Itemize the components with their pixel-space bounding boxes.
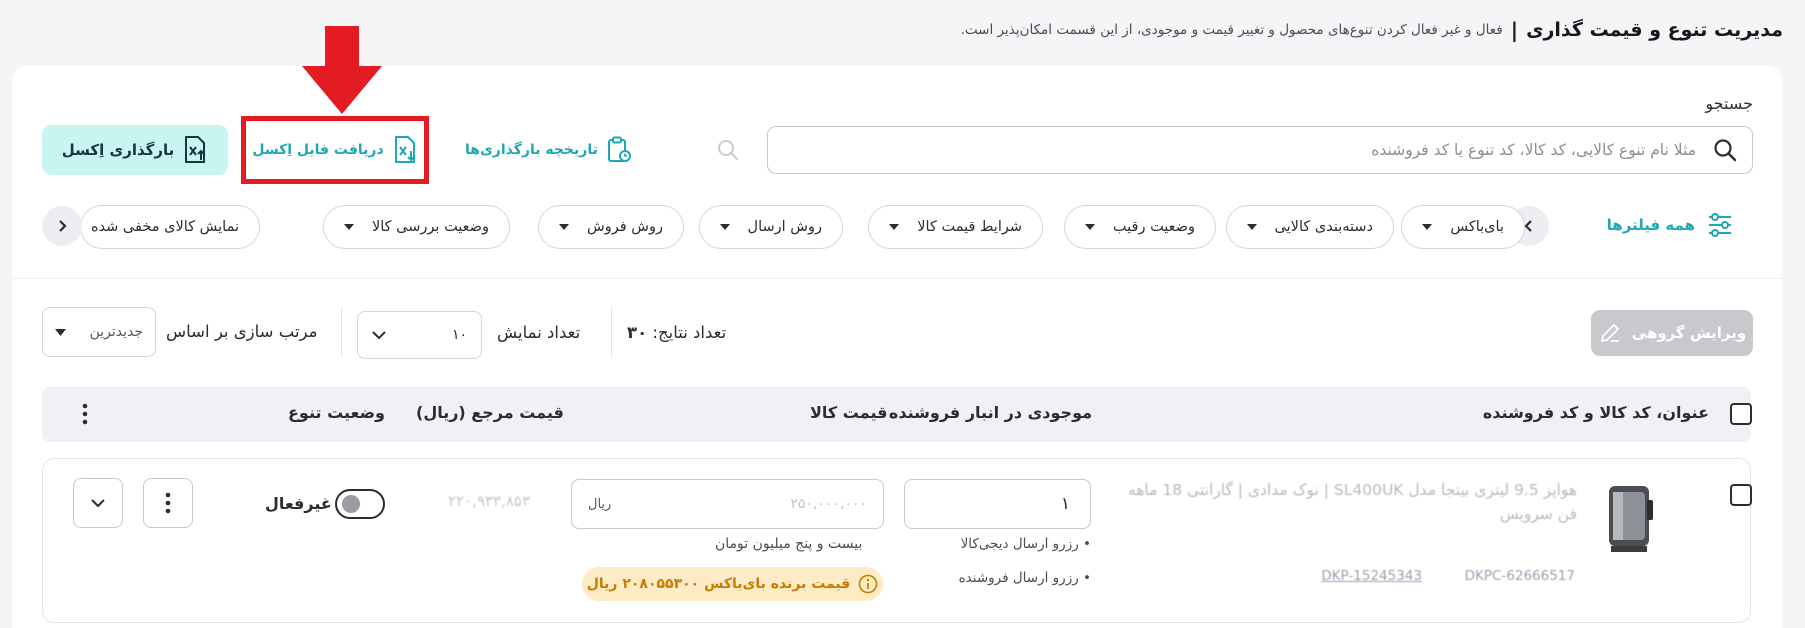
filter-chip-review-status[interactable]: وضعیت بررسی کالا — [322, 205, 510, 249]
stock-value: ۱ — [1060, 494, 1070, 514]
filter-chip-label: وضعیت رقیب — [1112, 219, 1195, 235]
caret-down-icon — [55, 328, 66, 336]
filters-divider — [12, 278, 1782, 279]
filter-chip-label: نمایش کالای مخفی شده — [90, 219, 239, 235]
search-icon — [1712, 137, 1738, 163]
caret-down-icon — [719, 224, 730, 230]
results-count: تعداد نتایج: ۳۰ — [627, 323, 726, 342]
upload-history-button[interactable]: تاریخچه بارگذاری‌ها — [465, 136, 632, 164]
bulk-edit-button[interactable]: ویرایش گروهی — [1591, 310, 1753, 356]
price-unit: ریال — [588, 496, 612, 512]
excel-upload-icon — [182, 135, 208, 165]
reference-price: ۲۲۰,۹۳۳,۸۵۳ — [448, 492, 531, 510]
filter-chip-hidden-products[interactable]: نمایش کالای مخفی شده — [80, 205, 260, 249]
sort-select[interactable]: جدیدترین — [42, 307, 156, 357]
page-description: فعال و غیر فعال کردن تنوع‌های محصول و تغ… — [960, 22, 1503, 38]
more-vertical-icon — [165, 492, 171, 514]
buybox-winner-text: قیمت برنده بای‌باکس ۲۰۸۰۵۵۳۰۰ ریال — [586, 576, 851, 592]
results-label: تعداد نتایج: — [652, 323, 727, 342]
reserve-digikala: • رزرو ارسال دیجی‌کالا — [960, 536, 1091, 552]
filter-chip-shipping[interactable]: روش ارسال — [698, 205, 843, 249]
reserve-seller: • رزرو ارسال فروشنده — [958, 570, 1091, 586]
show-count-value: ۱۰ — [451, 327, 467, 343]
filter-chip-label: دسته‌بندی کالایی — [1274, 219, 1373, 235]
caret-down-icon — [1246, 224, 1257, 230]
product-image[interactable] — [1603, 478, 1657, 584]
price-value: ۲۵۰,۰۰۰,۰۰۰ — [790, 496, 867, 512]
filter-chip-label: بای‌باکس — [1450, 219, 1504, 235]
price-in-words: بیست و پنج میلیون تومان — [715, 536, 863, 552]
filter-chip-buybox[interactable]: بای‌باکس — [1401, 205, 1525, 249]
upload-history-label: تاریخچه بارگذاری‌ها — [465, 142, 598, 158]
filter-chip-label: روش فروش — [587, 219, 663, 235]
price-input[interactable]: ۲۵۰,۰۰۰,۰۰۰ ریال — [571, 479, 884, 529]
row-expand-button[interactable] — [73, 478, 123, 528]
column-header-stock: موجودی در انبار فروشنده — [888, 403, 1092, 422]
chevron-down-icon — [91, 498, 105, 508]
filter-sliders-icon — [1707, 212, 1733, 238]
filter-chip-label: روش ارسال — [747, 219, 822, 235]
filter-chip-competitor[interactable]: وضعیت رقیب — [1063, 205, 1216, 249]
search-box[interactable] — [767, 126, 1753, 174]
download-excel-label: دریافت فایل اِکسل — [252, 142, 384, 158]
bulk-edit-label: ویرایش گروهی — [1631, 324, 1747, 342]
show-count-label: تعداد نمایش — [497, 323, 581, 342]
caret-down-icon — [1084, 224, 1095, 230]
toolbar-separator — [341, 307, 342, 357]
show-count-select[interactable]: ۱۰ — [357, 311, 482, 359]
caret-down-icon — [343, 224, 354, 230]
search-submit-icon[interactable] — [716, 138, 740, 162]
filters-scroll-left-button[interactable] — [42, 206, 82, 246]
filter-chip-label: شرایط قیمت کالا — [917, 219, 1022, 235]
status-label: غیرفعال — [265, 494, 332, 513]
caret-down-icon — [889, 224, 900, 230]
filter-chip-price-conditions[interactable]: شرایط قیمت کالا — [868, 205, 1043, 249]
search-label: جستجو — [1705, 94, 1753, 113]
filter-chip-label: وضعیت بررسی کالا — [371, 219, 489, 235]
row-more-button[interactable] — [143, 478, 193, 528]
sort-label: مرتب سازی بر اساس — [166, 322, 318, 341]
clipboard-clock-icon — [606, 136, 632, 164]
caret-down-icon — [1422, 224, 1433, 230]
page-title: مدیریت تنوع و قیمت گذاری — [1526, 19, 1783, 41]
excel-download-icon — [392, 135, 418, 165]
buybox-winner-badge: قیمت برنده بای‌باکس ۲۰۸۰۵۵۳۰۰ ریال — [582, 567, 883, 601]
filter-chip-category[interactable]: دسته‌بندی کالایی — [1225, 205, 1394, 249]
product-title[interactable]: هواپز 9.5 لیتری بیتجا مدل SL400UK | نوک … — [1115, 478, 1577, 526]
all-filters-button[interactable]: همه فیلترها — [1607, 212, 1733, 238]
status-toggle[interactable] — [335, 489, 385, 519]
toolbar-separator — [611, 307, 612, 357]
red-arrow-annotation — [302, 26, 382, 114]
upload-excel-button[interactable]: بارگذاری اِکسل — [42, 125, 228, 175]
row-checkbox[interactable] — [1730, 484, 1752, 506]
sort-value: جدیدترین — [89, 324, 143, 340]
chevron-down-icon — [372, 330, 386, 340]
column-header-title: عنوان، کد کالا و کد فروشنده — [1482, 403, 1709, 422]
upload-excel-label: بارگذاری اِکسل — [61, 141, 175, 159]
more-vertical-icon[interactable] — [82, 403, 88, 425]
results-value: ۳۰ — [627, 323, 648, 342]
download-excel-button[interactable]: دریافت فایل اِکسل — [241, 116, 429, 184]
all-filters-label: همه فیلترها — [1606, 216, 1695, 234]
pencil-icon — [1598, 321, 1622, 345]
page-header: مدیریت تنوع و قیمت گذاری | فعال و غیر فع… — [961, 18, 1783, 42]
product-dkpc-code: DKPC-62666517 — [1464, 568, 1575, 584]
stock-input[interactable]: ۱ — [904, 479, 1091, 529]
chevron-right-icon — [56, 219, 68, 233]
product-dkp-code[interactable]: DKP-15245343 — [1321, 568, 1422, 584]
caret-down-icon — [559, 224, 570, 230]
filter-chip-sales-method[interactable]: روش فروش — [538, 205, 684, 249]
search-input[interactable] — [782, 127, 1712, 173]
info-icon — [858, 574, 878, 594]
column-header-price: قیمت کالا — [810, 403, 888, 422]
title-separator: | — [1510, 18, 1519, 42]
column-header-status: وضعیت تنوع — [288, 403, 385, 422]
column-header-ref-price: قیمت مرجع (ریال) — [416, 403, 564, 422]
select-all-checkbox[interactable] — [1730, 403, 1752, 425]
